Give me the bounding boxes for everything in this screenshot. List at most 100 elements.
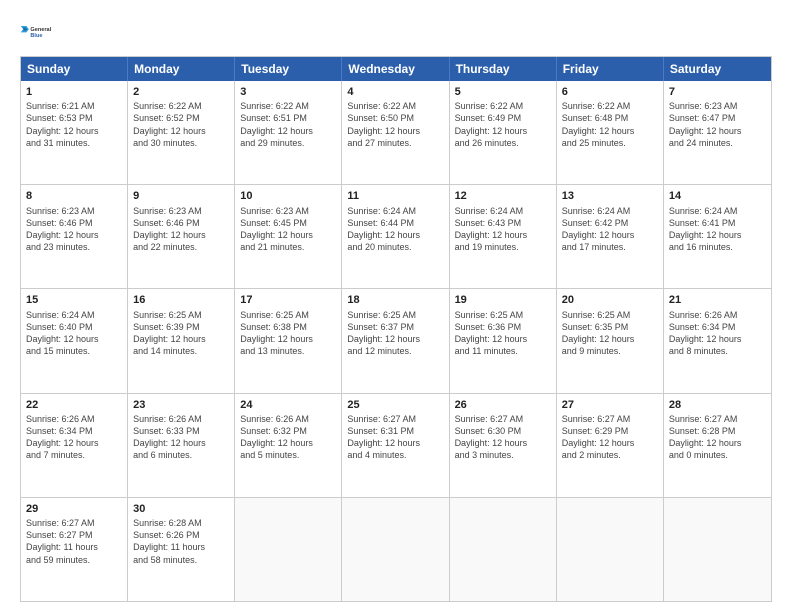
logo: GeneralBlue: [20, 16, 56, 48]
cell-info: Sunrise: 6:23 AMSunset: 6:46 PMDaylight:…: [26, 205, 122, 254]
calendar-week-1: 1Sunrise: 6:21 AMSunset: 6:53 PMDaylight…: [21, 81, 771, 184]
day-number: 4: [347, 85, 443, 99]
day-header-tuesday: Tuesday: [235, 57, 342, 81]
day-number: 11: [347, 189, 443, 203]
cell-info: Sunrise: 6:22 AMSunset: 6:48 PMDaylight:…: [562, 100, 658, 149]
cell-info: Sunrise: 6:27 AMSunset: 6:27 PMDaylight:…: [26, 517, 122, 566]
day-header-friday: Friday: [557, 57, 664, 81]
day-number: 19: [455, 293, 551, 307]
cell-info: Sunrise: 6:24 AMSunset: 6:43 PMDaylight:…: [455, 205, 551, 254]
day-number: 13: [562, 189, 658, 203]
calendar-cell: 13 Sunrise: 6:24 AMSunset: 6:42 PMDayligh…: [557, 185, 664, 288]
day-number: 14: [669, 189, 766, 203]
day-number: 2: [133, 85, 229, 99]
calendar-cell: 6Sunrise: 6:22 AMSunset: 6:48 PMDaylight…: [557, 81, 664, 184]
cell-info: Sunrise: 6:23 AMSunset: 6:46 PMDaylight:…: [133, 205, 229, 254]
calendar-cell: 19 Sunrise: 6:25 AMSunset: 6:36 PMDayligh…: [450, 289, 557, 392]
calendar-cell: 25Sunrise: 6:27 AMSunset: 6:31 PMDayligh…: [342, 394, 449, 497]
cell-info: Sunrise: 6:26 AMSunset: 6:34 PMDaylight:…: [26, 413, 122, 462]
day-number: 24: [240, 398, 336, 412]
calendar-cell: 23Sunrise: 6:26 AMSunset: 6:33 PMDayligh…: [128, 394, 235, 497]
cell-info: Sunrise: 6:27 AMSunset: 6:31 PMDaylight:…: [347, 413, 443, 462]
calendar-cell: 26Sunrise: 6:27 AMSunset: 6:30 PMDayligh…: [450, 394, 557, 497]
cell-info: Sunrise: 6:22 AMSunset: 6:51 PMDaylight:…: [240, 100, 336, 149]
day-number: 10: [240, 189, 336, 203]
day-header-wednesday: Wednesday: [342, 57, 449, 81]
day-number: 9: [133, 189, 229, 203]
calendar-cell: 2Sunrise: 6:22 AMSunset: 6:52 PMDaylight…: [128, 81, 235, 184]
cell-info: Sunrise: 6:26 AMSunset: 6:33 PMDaylight:…: [133, 413, 229, 462]
calendar-cell: 11 Sunrise: 6:24 AMSunset: 6:44 PMDayligh…: [342, 185, 449, 288]
calendar-cell: [450, 498, 557, 601]
calendar-cell: 18 Sunrise: 6:25 AMSunset: 6:37 PMDayligh…: [342, 289, 449, 392]
calendar-cell: 7Sunrise: 6:23 AMSunset: 6:47 PMDaylight…: [664, 81, 771, 184]
calendar-cell: 20 Sunrise: 6:25 AMSunset: 6:35 PMDayligh…: [557, 289, 664, 392]
day-number: 7: [669, 85, 766, 99]
cell-info: Sunrise: 6:23 AMSunset: 6:47 PMDaylight:…: [669, 100, 766, 149]
calendar-cell: 9 Sunrise: 6:23 AMSunset: 6:46 PMDaylight…: [128, 185, 235, 288]
calendar-cell: [557, 498, 664, 601]
day-number: 30: [133, 502, 229, 516]
day-number: 16: [133, 293, 229, 307]
calendar-cell: [664, 498, 771, 601]
day-header-monday: Monday: [128, 57, 235, 81]
day-header-thursday: Thursday: [450, 57, 557, 81]
calendar-cell: 28Sunrise: 6:27 AMSunset: 6:28 PMDayligh…: [664, 394, 771, 497]
day-number: 3: [240, 85, 336, 99]
cell-info: Sunrise: 6:27 AMSunset: 6:28 PMDaylight:…: [669, 413, 766, 462]
day-number: 5: [455, 85, 551, 99]
calendar-cell: 17 Sunrise: 6:25 AMSunset: 6:38 PMDayligh…: [235, 289, 342, 392]
day-number: 6: [562, 85, 658, 99]
calendar-body: 1Sunrise: 6:21 AMSunset: 6:53 PMDaylight…: [21, 81, 771, 601]
calendar-cell: 10 Sunrise: 6:23 AMSunset: 6:45 PMDayligh…: [235, 185, 342, 288]
day-number: 27: [562, 398, 658, 412]
calendar-cell: 16 Sunrise: 6:25 AMSunset: 6:39 PMDayligh…: [128, 289, 235, 392]
calendar-cell: 30Sunrise: 6:28 AMSunset: 6:26 PMDayligh…: [128, 498, 235, 601]
calendar-cell: [235, 498, 342, 601]
cell-info: Sunrise: 6:25 AMSunset: 6:35 PMDaylight:…: [562, 309, 658, 358]
day-number: 23: [133, 398, 229, 412]
day-number: 21: [669, 293, 766, 307]
cell-info: Sunrise: 6:25 AMSunset: 6:37 PMDaylight:…: [347, 309, 443, 358]
calendar-cell: 12Sunrise: 6:24 AMSunset: 6:43 PMDayligh…: [450, 185, 557, 288]
cell-info: Sunrise: 6:21 AMSunset: 6:53 PMDaylight:…: [26, 100, 122, 149]
day-number: 28: [669, 398, 766, 412]
day-number: 26: [455, 398, 551, 412]
cell-info: Sunrise: 6:27 AMSunset: 6:30 PMDaylight:…: [455, 413, 551, 462]
calendar-cell: 21 Sunrise: 6:26 AMSunset: 6:34 PMDayligh…: [664, 289, 771, 392]
calendar-cell: 27Sunrise: 6:27 AMSunset: 6:29 PMDayligh…: [557, 394, 664, 497]
calendar-cell: 29Sunrise: 6:27 AMSunset: 6:27 PMDayligh…: [21, 498, 128, 601]
svg-text:Blue: Blue: [30, 33, 42, 39]
day-number: 29: [26, 502, 122, 516]
calendar-cell: 15Sunrise: 6:24 AMSunset: 6:40 PMDayligh…: [21, 289, 128, 392]
calendar-week-5: 29Sunrise: 6:27 AMSunset: 6:27 PMDayligh…: [21, 497, 771, 601]
cell-info: Sunrise: 6:23 AMSunset: 6:45 PMDaylight:…: [240, 205, 336, 254]
day-header-sunday: Sunday: [21, 57, 128, 81]
cell-info: Sunrise: 6:22 AMSunset: 6:52 PMDaylight:…: [133, 100, 229, 149]
cell-info: Sunrise: 6:26 AMSunset: 6:34 PMDaylight:…: [669, 309, 766, 358]
calendar-week-4: 22Sunrise: 6:26 AMSunset: 6:34 PMDayligh…: [21, 393, 771, 497]
cell-info: Sunrise: 6:25 AMSunset: 6:36 PMDaylight:…: [455, 309, 551, 358]
day-number: 15: [26, 293, 122, 307]
cell-info: Sunrise: 6:24 AMSunset: 6:41 PMDaylight:…: [669, 205, 766, 254]
cell-info: Sunrise: 6:27 AMSunset: 6:29 PMDaylight:…: [562, 413, 658, 462]
calendar-cell: 1Sunrise: 6:21 AMSunset: 6:53 PMDaylight…: [21, 81, 128, 184]
calendar-week-3: 15Sunrise: 6:24 AMSunset: 6:40 PMDayligh…: [21, 288, 771, 392]
cell-info: Sunrise: 6:24 AMSunset: 6:42 PMDaylight:…: [562, 205, 658, 254]
cell-info: Sunrise: 6:25 AMSunset: 6:39 PMDaylight:…: [133, 309, 229, 358]
cell-info: Sunrise: 6:22 AMSunset: 6:50 PMDaylight:…: [347, 100, 443, 149]
cell-info: Sunrise: 6:24 AMSunset: 6:44 PMDaylight:…: [347, 205, 443, 254]
day-number: 8: [26, 189, 122, 203]
cell-info: Sunrise: 6:26 AMSunset: 6:32 PMDaylight:…: [240, 413, 336, 462]
cell-info: Sunrise: 6:22 AMSunset: 6:49 PMDaylight:…: [455, 100, 551, 149]
cell-info: Sunrise: 6:25 AMSunset: 6:38 PMDaylight:…: [240, 309, 336, 358]
logo-icon: GeneralBlue: [20, 16, 52, 48]
day-number: 22: [26, 398, 122, 412]
day-number: 25: [347, 398, 443, 412]
day-number: 17: [240, 293, 336, 307]
calendar-cell: 4Sunrise: 6:22 AMSunset: 6:50 PMDaylight…: [342, 81, 449, 184]
calendar-cell: [342, 498, 449, 601]
day-number: 18: [347, 293, 443, 307]
day-number: 20: [562, 293, 658, 307]
calendar-cell: 5Sunrise: 6:22 AMSunset: 6:49 PMDaylight…: [450, 81, 557, 184]
